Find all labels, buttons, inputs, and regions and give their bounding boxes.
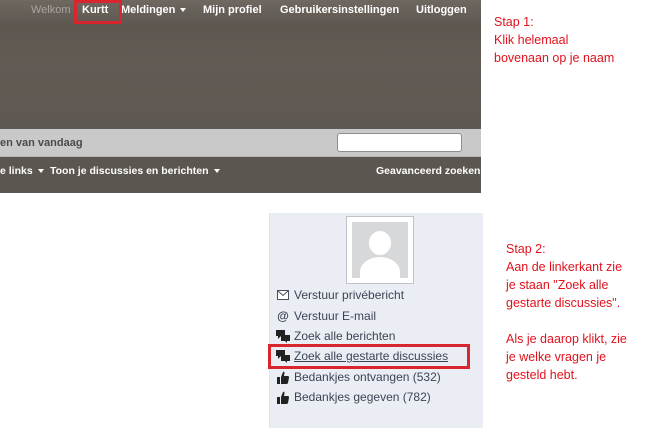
avatar xyxy=(346,216,414,284)
thumbs-up-icon xyxy=(276,390,290,404)
step1-line1: Klik helemaal xyxy=(494,33,569,47)
step2-line1: Aan de linkerkant zie xyxy=(506,260,623,274)
notifications-label: Meldingen xyxy=(121,4,176,16)
search-input[interactable] xyxy=(337,133,462,152)
user-settings-link[interactable]: Gebruikersinstellingen xyxy=(280,4,399,16)
step1-title: Stap 1: xyxy=(494,15,534,29)
chevron-down-icon xyxy=(213,169,220,174)
welcome-text: Welkom xyxy=(31,4,71,16)
send-email-label: Verstuur E-mail xyxy=(294,309,377,323)
top-navbar: Welkom Kurtt Meldingen Mijn profiel Gebr… xyxy=(0,0,481,129)
quick-links-label: e links xyxy=(0,165,33,177)
quick-links-menu[interactable]: e links xyxy=(0,165,44,177)
chevron-down-icon xyxy=(180,8,187,13)
step2-line4: Als je daarop klikt, zie xyxy=(506,332,627,346)
step2-title: Stap 2: xyxy=(506,242,546,256)
send-private-message-link[interactable]: Verstuur privébericht xyxy=(276,286,404,304)
step1-line2: bovenaan op je naam xyxy=(494,51,615,65)
show-threads-label: Toon je discussies en berichten xyxy=(50,165,209,177)
thumbs-up-icon xyxy=(276,370,290,384)
at-sign-icon: @ xyxy=(277,309,289,323)
step2-line6: gesteld hebt. xyxy=(506,368,578,382)
my-profile-link[interactable]: Mijn profiel xyxy=(203,4,262,16)
step1-annotation: Stap 1: Klik helemaal bovenaan op je naa… xyxy=(494,13,644,67)
avatar-placeholder-icon xyxy=(369,231,391,255)
find-all-posts-label: Zoek alle berichten xyxy=(294,329,396,343)
step2-annotation: Stap 2: Aan de linkerkant zie je staan "… xyxy=(506,240,648,384)
logout-link[interactable]: Uitloggen xyxy=(416,4,467,16)
username-highlight-box xyxy=(74,0,122,24)
thanks-given-link[interactable]: Bedankjes gegeven (782) xyxy=(276,388,431,406)
thanks-given-label: Bedankjes gegeven (782) xyxy=(294,390,431,404)
notifications-menu[interactable]: Meldingen xyxy=(121,4,187,16)
send-email-link[interactable]: @ Verstuur E-mail xyxy=(276,307,376,325)
step2-line3: gestarte discussies". xyxy=(506,296,621,310)
started-threads-highlight-box xyxy=(268,344,470,369)
find-all-posts-link[interactable]: Zoek alle berichten xyxy=(276,327,395,345)
thanks-received-link[interactable]: Bedankjes ontvangen (532) xyxy=(276,368,441,386)
show-threads-menu[interactable]: Toon je discussies en berichten xyxy=(50,165,220,177)
chat-bubbles-icon xyxy=(276,329,290,343)
step2-line2: je staan "Zoek alle xyxy=(506,278,609,292)
forum-header-screenshot: Welkom Kurtt Meldingen Mijn profiel Gebr… xyxy=(0,0,481,193)
chevron-down-icon xyxy=(37,169,44,174)
today-posts-link[interactable]: en van vandaag xyxy=(0,137,83,149)
thanks-received-label: Bedankjes ontvangen (532) xyxy=(294,370,441,384)
link-bar: e links Toon je discussies en berichten … xyxy=(0,157,481,193)
send-private-message-label: Verstuur privébericht xyxy=(294,288,405,302)
envelope-icon xyxy=(276,288,290,302)
step2-line5: je welke vragen je xyxy=(506,350,607,364)
advanced-search-link[interactable]: Geavanceerd zoeken xyxy=(376,165,480,177)
sub-navbar: en van vandaag xyxy=(0,129,481,157)
